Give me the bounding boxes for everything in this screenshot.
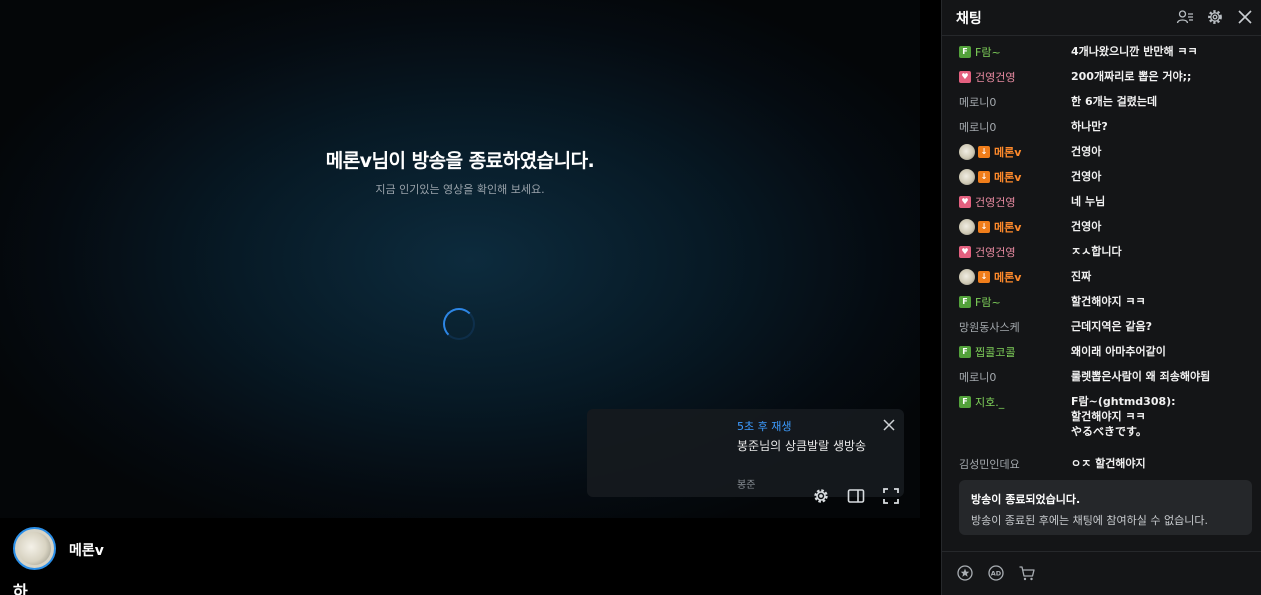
chat-message: ♥ 건영건영 200개짜리로 뽑은 거야;; [942,63,1261,88]
subscriber-badge-icon: ♥ [959,71,971,83]
chat-message: F 지호._ F람~(ghtmd308): 할건해야지 ㅋㅋ やるべきです。 [942,388,1261,450]
next-video-channel: 봉준 [737,480,756,491]
streamer-name[interactable]: 메론v [69,540,104,560]
chat-nickname[interactable]: ↓ 메론v [959,219,1021,235]
fan-badge-icon: F [959,46,971,58]
chat-text: 건영아 [1071,220,1102,233]
broadcaster-badge-icon: ↓ [978,171,990,183]
chat-text-line: やるべきです。 [1071,425,1147,438]
chat-message: 김성민인데요 ㅇㅈ 할건해야지 [942,450,1261,475]
chat-text: 진짜 [1071,270,1092,283]
gear-icon[interactable] [1206,8,1224,26]
broadcaster-badge-icon: ↓ [978,146,990,158]
subscriber-badge-icon: ♥ [959,196,971,208]
chat-text: 할건해야지 ㅋㅋ [1071,295,1146,308]
chat-text: 건영아 [1071,145,1102,158]
chat-text: 근데지역은 같음? [1071,320,1153,333]
broadcast-ended-title: 메론v님이 방송을 종료하였습니다. [325,150,595,172]
chat-message: 메로니0 한 6개는 걸렸는데 [942,88,1261,113]
close-icon[interactable] [1236,8,1254,26]
chat-nickname[interactable]: F F람~ [959,44,1001,60]
chat-message: 메로니0 하나만? [942,113,1261,138]
chat-text: ㅈㅅ합니다 [1071,245,1122,258]
avatar [959,269,975,285]
chat-text: 네 누님 [1071,195,1106,208]
chat-ended-notice: 방송이 종료되었습니다. 방송이 종료된 후에는 채팅에 참여하실 수 없습니다… [959,480,1252,535]
chat-nickname[interactable]: ♥ 건영건영 [959,194,1015,210]
avatar [959,219,975,235]
chat-title: 채팅 [956,11,982,27]
next-video-title[interactable]: 봉준님의 상큼발랄 생방송 [737,437,866,454]
chat-nickname[interactable]: F F람~ [959,294,1001,310]
chat-text: 200개짜리로 뽑은 거야;; [1071,70,1192,83]
chat-nickname[interactable]: ↓ 메론v [959,169,1021,185]
chat-nickname[interactable]: 망원동사스케 [959,319,1020,335]
chat-message: 망원동사스케 근데지역은 같음? [942,313,1261,338]
broadcast-ended-subtitle: 지금 인기있는 영상을 확인해 보세요. [375,183,545,196]
ad-balloon-icon[interactable]: AD [987,564,1005,582]
avatar [959,144,975,160]
avatar [959,169,975,185]
avatar[interactable] [13,527,56,570]
star-balloon-icon[interactable] [956,564,974,582]
chat-header: 채팅 [942,0,1261,36]
chat-text-line: F람~(ghtmd308): [1071,395,1176,408]
chat-text: ㅇㅈ 할건해야지 [1071,457,1146,470]
fullscreen-icon[interactable] [881,486,901,506]
fan-badge-icon: F [959,396,971,408]
chat-text: 룰렛뽑은사람이 왜 죄송해야됨 [1071,370,1211,383]
chat-text: 건영아 [1071,170,1102,183]
close-icon[interactable] [881,417,897,433]
broadcast-ended-message: 메론v님이 방송을 종료하였습니다. 지금 인기있는 영상을 확인해 보세요. [0,146,920,197]
chat-message: 메로니0 룰렛뽑은사람이 왜 죄송해야됨 [942,363,1261,388]
next-video-card[interactable]: 5초 후 재생 봉준님의 상큼발랄 생방송 봉준 [587,409,904,497]
loading-spinner-icon [443,308,475,340]
theater-mode-icon[interactable] [846,486,866,506]
next-video-countdown: 5초 후 재생 [737,420,792,433]
chat-nickname[interactable]: F 찝콜코콜 [959,344,1015,360]
chat-message: ↓ 메론v 건영아 [942,213,1261,238]
gear-icon[interactable] [811,486,831,506]
chat-message: F F람~ 할건해야지 ㅋㅋ [942,288,1261,313]
channel-info-bar: 메론v 하 [0,518,940,595]
chat-ended-subtitle: 방송이 종료된 후에는 채팅에 참여하실 수 없습니다. [971,514,1208,527]
broadcaster-badge-icon: ↓ [978,271,990,283]
chat-text: 한 6개는 걸렸는데 [1071,95,1158,108]
chat-text: 4개나왔으니깐 반만해 ㅋㅋ [1071,45,1198,58]
chat-nickname[interactable]: 메로니0 [959,119,996,135]
chat-message: ↓ 메론v 건영아 [942,138,1261,163]
user-list-icon[interactable] [1176,8,1194,26]
chat-text-line: 할건해야지 ㅋㅋ [1071,410,1146,423]
chat-nickname[interactable]: F 지호._ [959,394,1004,410]
video-player[interactable]: 메론v님이 방송을 종료하였습니다. 지금 인기있는 영상을 확인해 보세요. … [0,0,920,518]
chat-nickname[interactable]: 메로니0 [959,94,996,110]
chat-ended-title: 방송이 종료되었습니다. [971,493,1081,506]
chat-nickname[interactable]: ♥ 건영건영 [959,244,1015,260]
chat-message: ♥ 건영건영 네 누님 [942,188,1261,213]
chat-nickname[interactable]: 메로니0 [959,369,996,385]
chat-footer: AD [942,551,1261,595]
chat-message: ♥ 건영건영 ㅈㅅ합니다 [942,238,1261,263]
chat-text: F람~(ghtmd308): 할건해야지 ㅋㅋ やるべきです。 [1071,394,1256,439]
broadcaster-badge-icon: ↓ [978,221,990,233]
chat-panel: 채팅 F F람~ 4개나왔으니깐 반만해 ㅋㅋ ♥ 건영건영 200개짜리로 뽑… [941,0,1261,595]
fan-badge-icon: F [959,346,971,358]
cart-icon[interactable] [1018,564,1036,582]
svg-text:AD: AD [991,570,1002,578]
chat-message: ↓ 메론v 진짜 [942,263,1261,288]
subscriber-badge-icon: ♥ [959,246,971,258]
chat-message: ↓ 메론v 건영아 [942,163,1261,188]
chat-nickname[interactable]: ♥ 건영건영 [959,69,1015,85]
chat-text: 하나만? [1071,120,1108,133]
chat-nickname[interactable]: ↓ 메론v [959,269,1021,285]
chat-message-list[interactable]: F F람~ 4개나왔으니깐 반만해 ㅋㅋ ♥ 건영건영 200개짜리로 뽑은 거야;… [942,38,1261,475]
chat-message: F 찝콜코콜 왜이래 아마추어같이 [942,338,1261,363]
chat-nickname[interactable]: 김성민인데요 [959,456,1020,472]
chat-text: 왜이래 아마추어같이 [1071,345,1166,358]
chat-nickname[interactable]: ↓ 메론v [959,144,1021,160]
fan-badge-icon: F [959,296,971,308]
chat-message: F F람~ 4개나왔으니깐 반만해 ㅋㅋ [942,38,1261,63]
stream-title: 하 [13,582,28,595]
